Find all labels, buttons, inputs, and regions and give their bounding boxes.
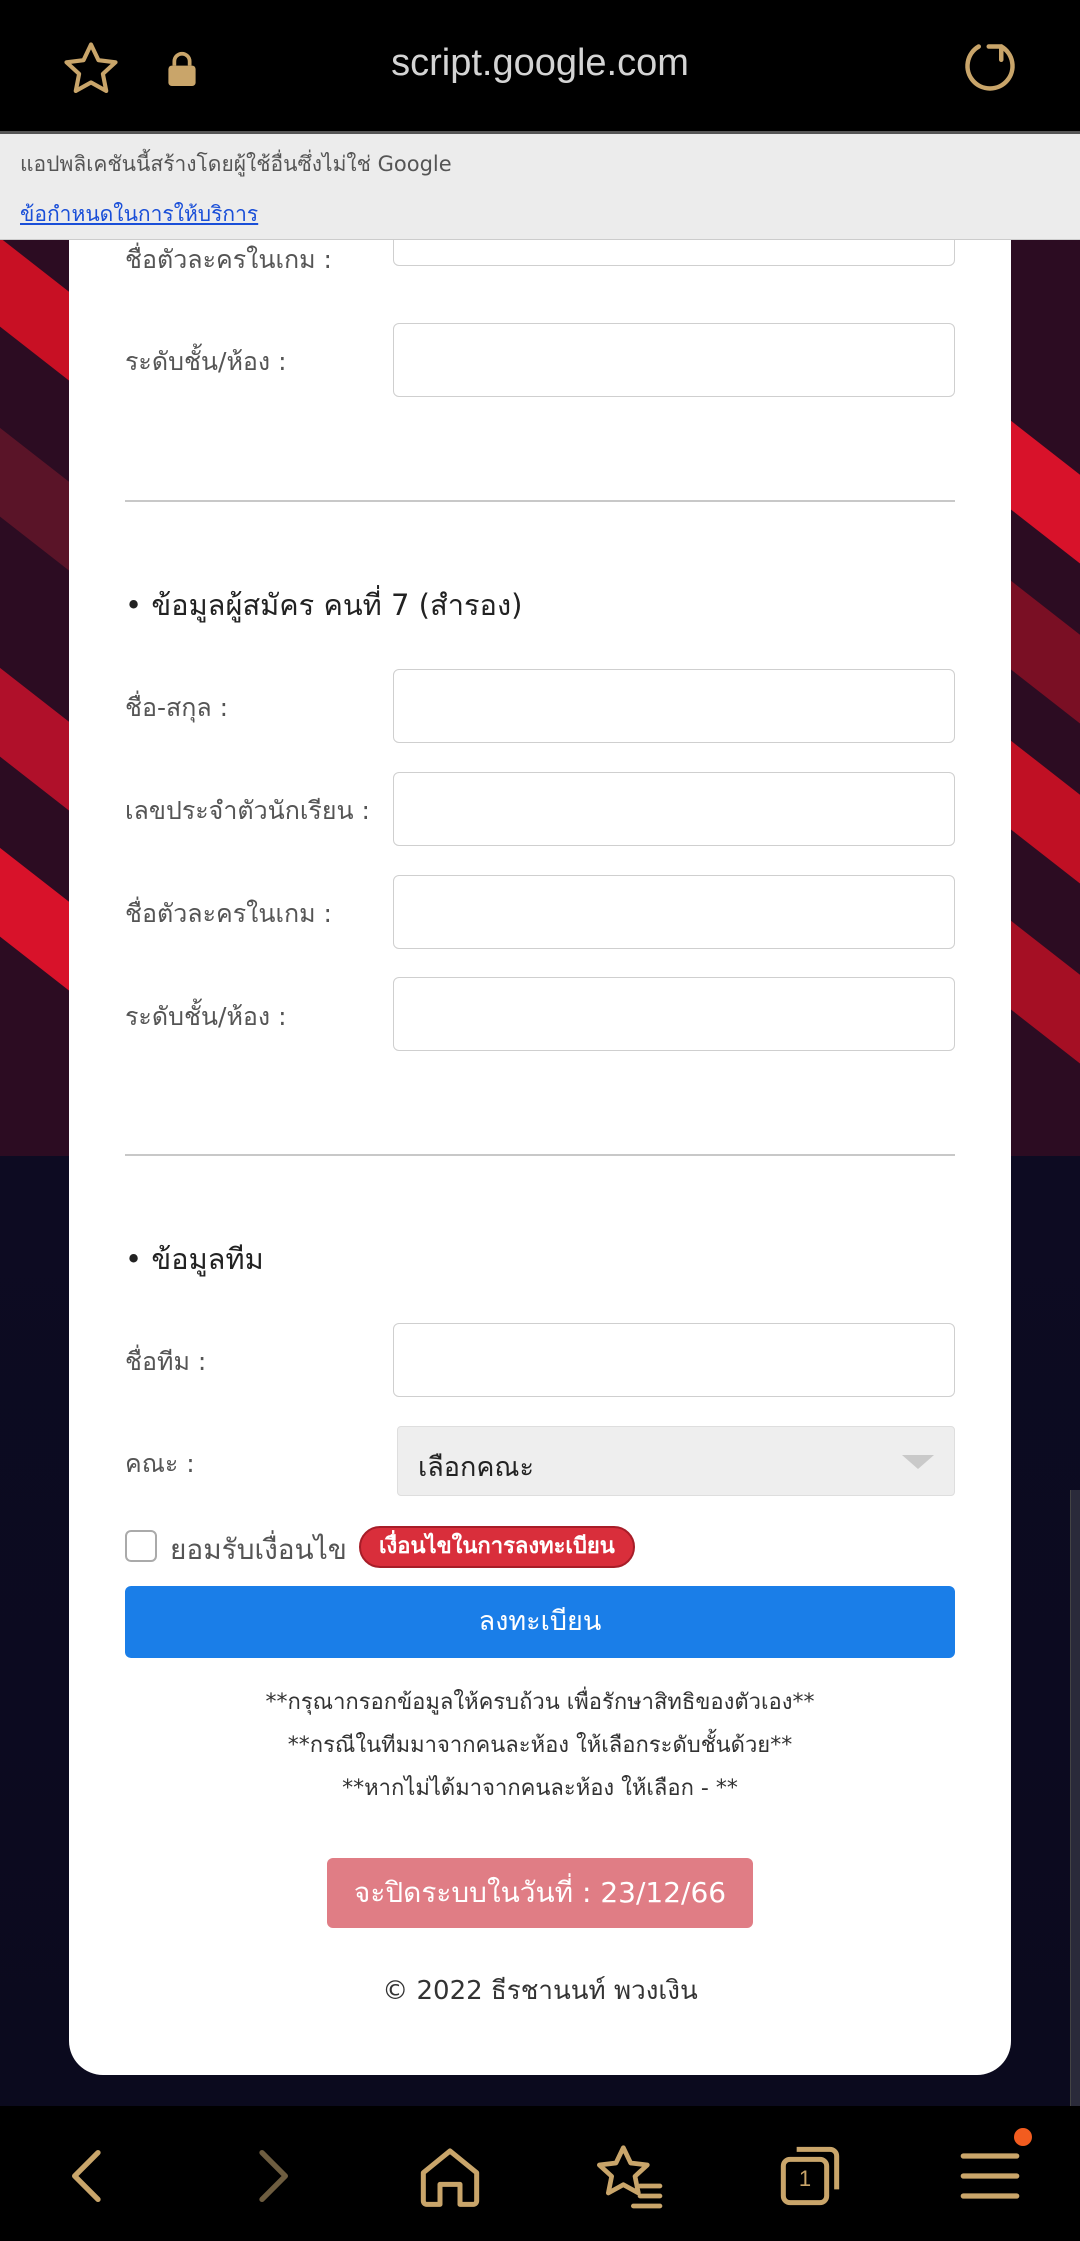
member7-class-label: ระดับชั้น/ห้อง : bbox=[125, 1002, 287, 1031]
member7-ign-input[interactable] bbox=[393, 875, 955, 949]
accept-terms-label[interactable]: ยอมรับเงื่อนไข bbox=[170, 1528, 347, 1572]
note-same-class: **หากไม่ได้มาจากคนละห้อง ให้เลือก - ** bbox=[342, 1776, 738, 1801]
member7-student-id-label: เลขประจำตัวนักเรียน : bbox=[125, 796, 370, 825]
member7-name-label: ชื่อ-สกุล : bbox=[125, 693, 229, 722]
browser-address-bar: script.google.com bbox=[0, 0, 1080, 134]
member7-section-title: • ข้อมูลผู้สมัคร คนที่ 7 (สำรอง) bbox=[125, 588, 523, 622]
tab-count: 1 bbox=[798, 2166, 812, 2191]
forward-icon[interactable] bbox=[232, 2136, 312, 2216]
team-name-label: ชื่อทีม : bbox=[125, 1347, 207, 1376]
team-name-input[interactable] bbox=[393, 1323, 955, 1397]
dropdown-arrow-icon bbox=[902, 1455, 934, 1469]
note-different-class: **กรณีในทีมมาจากคนละห้อง ให้เลือกระดับชั… bbox=[287, 1733, 793, 1758]
member6-ign-label: ชื่อตัวละครในเกม : bbox=[125, 245, 332, 274]
url-text[interactable]: script.google.com bbox=[0, 42, 1080, 85]
section-divider bbox=[125, 500, 955, 502]
member7-ign-label: ชื่อตัวละครในเกม : bbox=[125, 899, 332, 928]
notification-dot bbox=[1014, 2128, 1032, 2146]
tabs-icon[interactable]: 1 bbox=[770, 2136, 850, 2216]
section-divider bbox=[125, 1154, 955, 1156]
member6-class-input[interactable] bbox=[393, 323, 955, 397]
page-scrollbar[interactable] bbox=[1070, 1490, 1080, 2110]
faculty-selected-value: เลือกคณะ bbox=[418, 1452, 534, 1483]
registration-conditions-button[interactable]: เงื่อนไขในการลงทะเบียน bbox=[359, 1526, 635, 1568]
third-party-app-notice: แอปพลิเคชันนี้สร้างโดยผู้ใช้อื่นซึ่งไม่ใ… bbox=[0, 134, 1080, 240]
faculty-select[interactable]: เลือกคณะ bbox=[397, 1426, 955, 1496]
member7-class-input[interactable] bbox=[393, 977, 955, 1051]
system-close-notice: จะปิดระบบในวันที่ : 23/12/66 bbox=[327, 1858, 753, 1928]
member6-class-label: ระดับชั้น/ห้อง : bbox=[125, 347, 287, 376]
home-icon[interactable] bbox=[410, 2136, 490, 2216]
menu-icon[interactable] bbox=[950, 2136, 1030, 2216]
notice-message: แอปพลิเคชันนี้สร้างโดยผู้ใช้อื่นซึ่งไม่ใ… bbox=[20, 152, 452, 176]
terms-of-service-link[interactable]: ข้อกำหนดในการให้บริการ bbox=[20, 198, 258, 231]
bookmarks-icon[interactable] bbox=[590, 2136, 670, 2216]
reload-icon[interactable] bbox=[960, 36, 1020, 100]
note-complete-info: **กรุณากรอกข้อมูลให้ครบถ้วน เพื่อรักษาสิ… bbox=[265, 1690, 815, 1715]
faculty-label: คณะ : bbox=[125, 1449, 195, 1478]
copyright-text: © 2022 ธีรชานนท์ พวงเงิน bbox=[382, 1976, 698, 2006]
team-section-title: • ข้อมูลทีม bbox=[125, 1242, 264, 1276]
browser-bottom-nav: 1 bbox=[0, 2106, 1080, 2241]
member7-student-id-input[interactable] bbox=[393, 772, 955, 846]
back-icon[interactable] bbox=[48, 2136, 128, 2216]
register-submit-button[interactable]: ลงทะเบียน bbox=[125, 1586, 955, 1658]
member7-name-input[interactable] bbox=[393, 669, 955, 743]
accept-terms-checkbox[interactable] bbox=[125, 1530, 157, 1562]
registration-form-card: ชื่อตัวละครในเกม : ระดับชั้น/ห้อง : • ข้… bbox=[69, 192, 1011, 2075]
